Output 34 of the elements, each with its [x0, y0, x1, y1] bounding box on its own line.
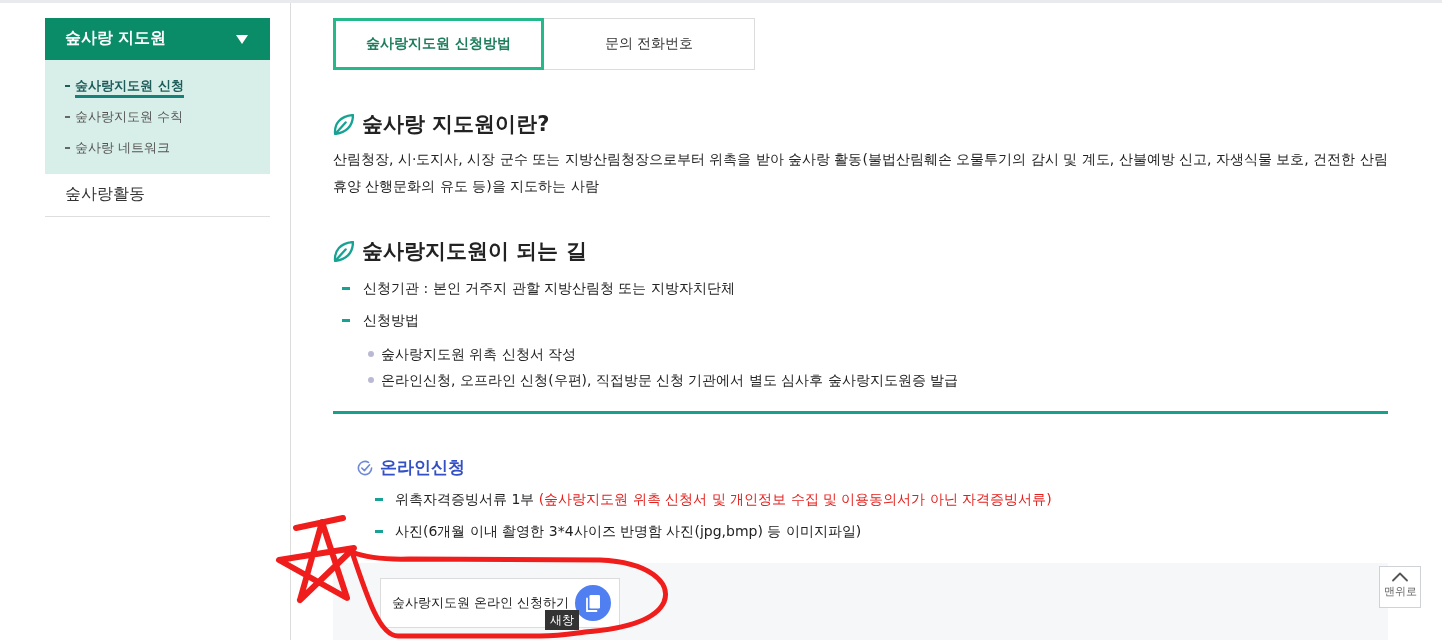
- list-item-text: 신청방법: [363, 310, 419, 330]
- chevron-up-icon: [1391, 571, 1409, 582]
- submenu-link[interactable]: 숲사랑 네트워크: [65, 132, 171, 163]
- dash-bullet-icon: [65, 115, 70, 118]
- check-circle-icon: [357, 460, 373, 476]
- list-item-text: 위촉자격증빙서류 1부 (숲사랑지도원 위촉 신청서 및 개인정보 수집 및 이용동의서가 아닌 자격증빙서류): [395, 489, 1052, 509]
- content-tab[interactable]: 문의 전화번호: [544, 18, 755, 70]
- dash-bullet-icon: [65, 84, 70, 87]
- dot-bullet-icon: [368, 377, 374, 383]
- leaf-icon: [333, 240, 354, 262]
- content-tab[interactable]: 숲사랑지도원 신청방법: [333, 18, 544, 70]
- sidebar-menu-item[interactable]: 숲사랑활동: [45, 174, 270, 217]
- submenu-link[interactable]: 숲사랑지도원 신청: [65, 70, 184, 101]
- dash-bullet-icon: [375, 529, 383, 533]
- list-item-text: 사진(6개월 이내 촬영한 3*4사이즈 반명함 사진(jpg,bmp) 등 이미지파일): [395, 521, 862, 541]
- dash-bullet-icon: [342, 286, 350, 290]
- dash-bullet-icon: [375, 497, 383, 501]
- section-heading: 숲사랑 지도원이란?: [362, 111, 550, 138]
- sub-item-text: 온라인신청, 오프라인 신청(우편), 직접방문 신청 기관에서 별도 심사후 숲사랑지도원증 발급: [381, 370, 958, 390]
- section-paragraph: 산림청장, 시·도지사, 시장 군수 또는 지방산림청장으로부터 위촉을 받아 숲사랑 활동(불법산림훼손 오물투기의 감시 및 계도, 산불예방 신고, 자생식물 보호, 건전한 산림휴양 산행문화의 유도 등)을 지도하는 사람: [333, 150, 1388, 196]
- dash-bullet-icon: [342, 318, 350, 322]
- dash-bullet-icon: [65, 146, 70, 149]
- sidebar-menu-header[interactable]: 숲사랑 지도원: [45, 18, 270, 60]
- back-to-top-button[interactable]: 맨위로: [1379, 566, 1421, 608]
- sub-item-text: 숲사랑지도원 위촉 신청서 작성: [381, 344, 577, 364]
- leaf-icon: [333, 113, 354, 135]
- copy-icon: [574, 585, 611, 621]
- caret-down-icon: [236, 34, 248, 44]
- new-window-tooltip: 새창: [545, 610, 579, 630]
- online-heading: 온라인신청: [380, 456, 465, 480]
- section-heading: 숲사랑지도원이 되는 길: [362, 238, 587, 265]
- submenu-link[interactable]: 숲사랑지도원 수칙: [65, 101, 184, 132]
- list-item-text: 신청기관 : 본인 거주지 관할 지방산림청 또는 지방자치단체: [363, 278, 735, 298]
- dot-bullet-icon: [368, 351, 374, 357]
